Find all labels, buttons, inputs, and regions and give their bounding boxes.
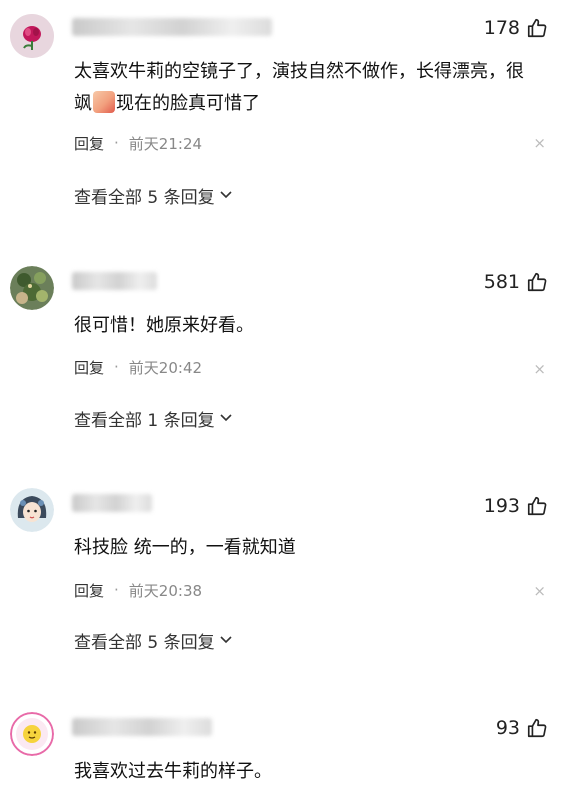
user-avatar[interactable] [10,488,54,532]
comment-item-4: 93 我喜欢过去牛莉的样子。 [0,704,562,800]
thumbs-up-icon[interactable] [526,717,548,739]
comment-text-part-2: 现在的脸真可惜了 [116,93,260,114]
thumbs-up-icon[interactable] [526,495,548,517]
user-avatar[interactable] [10,712,54,756]
chevron-down-icon [220,414,232,422]
chevron-down-icon [220,191,232,199]
comment-time: 前天20:38 [128,581,203,600]
username-blurred [72,718,212,736]
close-icon[interactable]: × [533,360,546,378]
view-all-replies-label: 查看全部 5 条回复 [74,632,215,653]
thumbs-up-emoji-icon [93,91,115,113]
comment-item-3: 193 科技脸 统一的，一看就知道 回复 · 前天20:38 × 查看全部 5 … [0,482,562,682]
comment-text: 我喜欢过去牛莉的样子。 [74,761,272,782]
comment-text: 科技脸 统一的，一看就知道 [74,537,296,558]
view-all-replies-button[interactable]: 查看全部 5 条回复 [74,628,233,653]
comment-text: 太喜欢牛莉的空镜子了，演技自然不做作，长得漂亮，很飒 现在的脸真可惜了 [74,56,532,120]
user-avatar[interactable] [10,14,54,58]
close-icon[interactable]: × [533,134,546,152]
username-blurred [72,272,157,290]
like-count-value: 193 [483,495,520,517]
like-count-value: 93 [495,717,520,739]
comment-meta: 回复 · 前天21:24 [74,132,202,154]
close-icon[interactable]: × [533,582,546,600]
comment-time: 前天21:24 [128,134,203,153]
comment-item-2: 581 很可惜！她原来好看。 回复 · 前天20:42 × 查看全部 1 条回复 [0,258,562,458]
meta-separator: · [114,134,119,152]
comment-item-1: 178 太喜欢牛莉的空镜子了，演技自然不做作，长得漂亮，很飒 现在的脸真可惜了 回… [0,0,562,230]
view-all-replies-label: 查看全部 1 条回复 [74,410,215,431]
comment-meta: 回复 · 前天20:38 [74,579,202,601]
user-avatar[interactable] [10,266,54,310]
like-count-value: 178 [483,17,520,39]
like-count[interactable]: 93 [496,716,548,740]
view-all-replies-button[interactable]: 查看全部 1 条回复 [74,406,233,431]
comment-text: 很可惜！她原来好看。 [74,315,254,336]
like-count[interactable]: 193 [484,494,548,518]
meta-separator: · [114,581,119,599]
like-count-value: 581 [483,271,520,293]
like-count[interactable]: 178 [484,16,548,40]
thumbs-up-icon[interactable] [526,271,548,293]
view-all-replies-label: 查看全部 5 条回复 [74,187,215,208]
reply-button[interactable]: 回复 [74,133,104,154]
like-count[interactable]: 581 [484,270,548,294]
username-blurred [72,18,272,36]
username-blurred [72,494,152,512]
thumbs-up-icon[interactable] [526,17,548,39]
view-all-replies-button[interactable]: 查看全部 5 条回复 [74,183,233,208]
meta-separator: · [114,358,119,376]
reply-button[interactable]: 回复 [74,580,104,601]
comment-meta: 回复 · 前天20:42 [74,356,202,378]
reply-button[interactable]: 回复 [74,357,104,378]
chevron-down-icon [220,636,232,644]
comment-time: 前天20:42 [128,358,203,377]
